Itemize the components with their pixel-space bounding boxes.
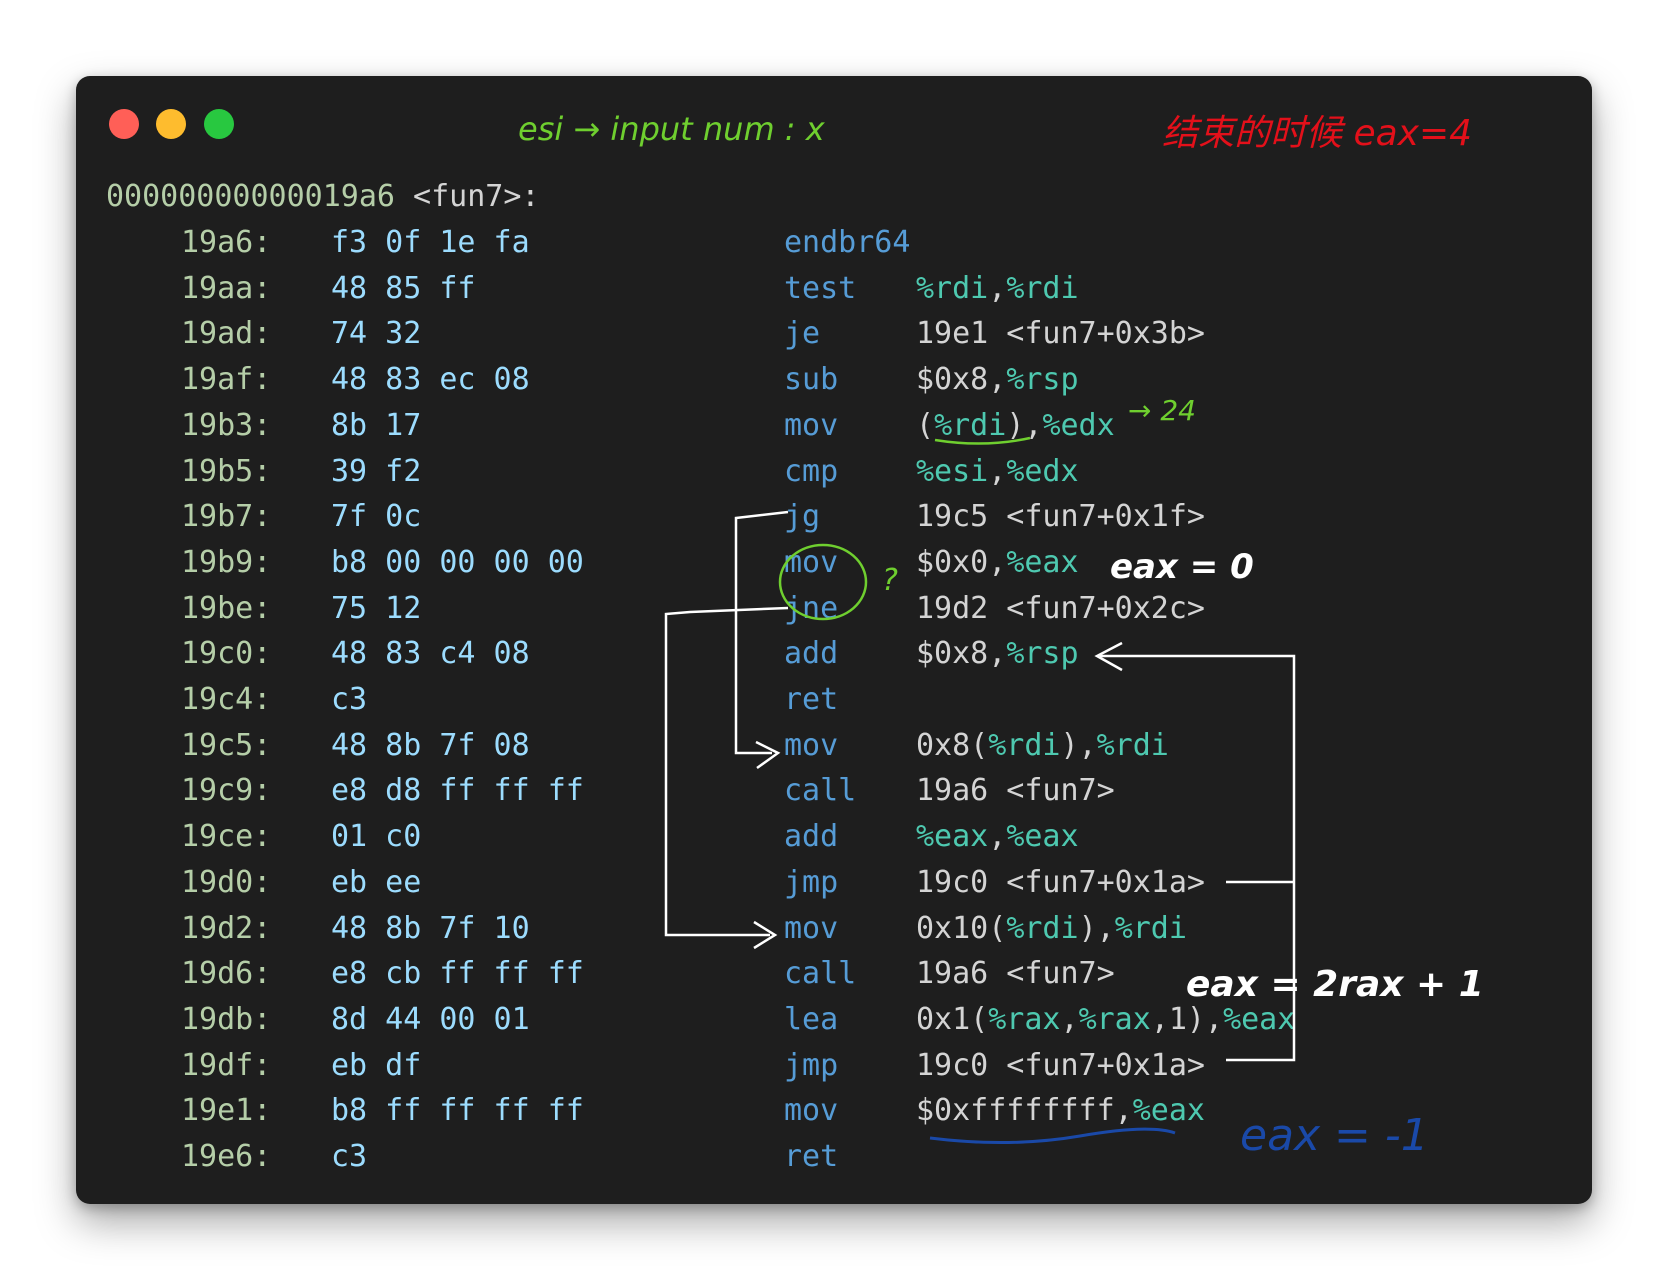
- jg-arrow-head: [755, 740, 781, 770]
- edx-value-note: → 24: [1128, 394, 1196, 427]
- mov-jne-circle: [778, 543, 868, 621]
- jg-branch-arrow: [734, 510, 789, 755]
- question-mark: ?: [882, 563, 898, 598]
- eax-2rax-note: eax = 2rax + 1: [1186, 964, 1484, 1005]
- eax-zero-note: eax = 0: [1110, 547, 1254, 587]
- esi-input-note: esi → input num : x: [518, 110, 826, 148]
- jne-branch-arrow: [664, 606, 789, 937]
- eax-minus1-note: eax = -1: [1240, 1110, 1429, 1161]
- end-eax-note: 结束的时候 eax=4: [1162, 113, 1472, 154]
- annotation-overlay: esi → input num : x 结束的时候 eax=4 → 24 ? e…: [518, 110, 1484, 1161]
- ffffffff-underline: [929, 1127, 1176, 1145]
- rdi-underline: [934, 436, 1031, 445]
